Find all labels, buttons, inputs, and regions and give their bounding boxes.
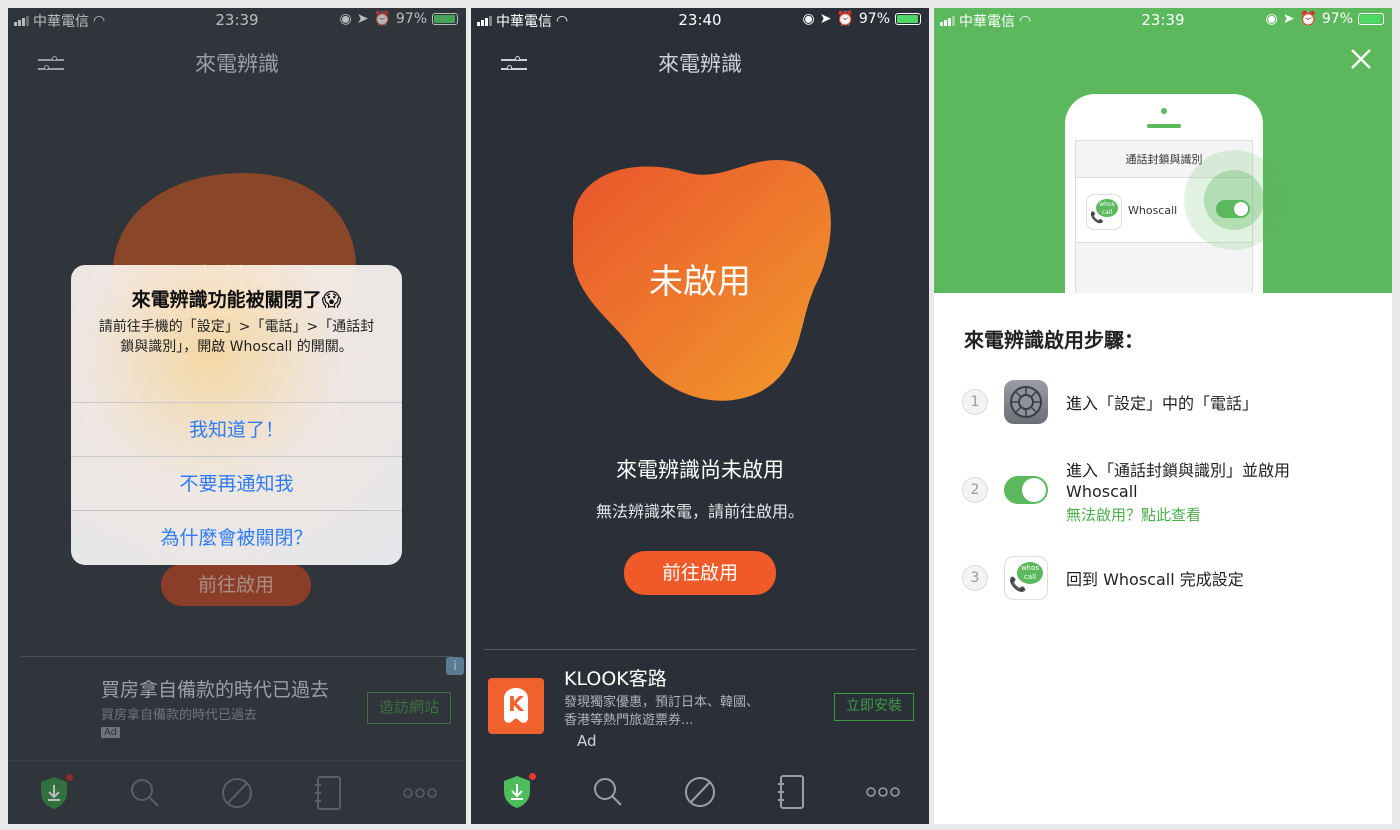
tab-caller-id[interactable]	[29, 768, 79, 818]
location-icon: ➤	[356, 11, 369, 27]
tab-block[interactable]	[212, 768, 262, 818]
step-2: 2 進入「通話封鎖與識別」並啟用 Whoscall 無法啟用？點此查看	[962, 460, 1326, 525]
status-heading: 來電辨識尚未啟用	[616, 458, 784, 482]
klook-logo: K	[488, 678, 544, 734]
ad-banner[interactable]: 買房拿自備款的時代已過去 買房拿自備款的時代已過去 Ad 造訪網站 i	[21, 656, 464, 761]
dialog-title: 來電辨識功能被關閉了😱	[131, 289, 342, 311]
shield-download-icon	[503, 776, 530, 808]
lock-rotation-icon: ◉	[1265, 11, 1278, 27]
tab-contacts[interactable]	[304, 768, 354, 818]
contacts-book-icon	[314, 775, 341, 810]
step-text: 回到 Whoscall 完成設定	[1066, 570, 1244, 589]
ad-badge: Ad	[577, 732, 597, 750]
battery-percent: 97%	[858, 11, 890, 27]
dialog-ok-button[interactable]: 我知道了！	[71, 402, 402, 456]
lock-rotation-icon: ◉	[802, 11, 815, 27]
visit-site-button[interactable]: 造訪網站	[367, 692, 451, 724]
step-1: 1 進入「設定」中的「電話」	[962, 380, 1258, 424]
klook-logo-letter: K	[508, 692, 524, 716]
lock-rotation-icon: ◉	[339, 11, 352, 27]
whoscall-logo-icon: whos call 📞	[1004, 556, 1048, 600]
phone-app-name: Whoscall	[1128, 204, 1178, 217]
filter-settings-icon[interactable]	[501, 54, 527, 74]
step-3: 3 whos call 📞 回到 Whoscall 完成設定	[962, 556, 1244, 600]
search-icon	[131, 778, 160, 807]
nav-bar: 來電辨識	[8, 44, 466, 84]
tab-bar	[471, 760, 929, 824]
ad-info-icon[interactable]: i	[446, 657, 464, 675]
ad-desc-line1: 發現獨家優惠，預訂日本、韓國、	[564, 695, 760, 710]
more-icon	[403, 787, 437, 798]
blob-label: 未啟用	[649, 262, 751, 302]
cannot-enable-link[interactable]: 無法啟用？點此查看	[1066, 504, 1326, 525]
toggle-on-icon	[1004, 476, 1048, 504]
step-number: 3	[962, 565, 988, 591]
nav-bar: 來電辨識	[471, 44, 929, 84]
tab-search[interactable]	[583, 767, 633, 817]
ad-desc-line2: 香港等熱門旅遊票券...	[564, 713, 694, 728]
step-number: 1	[962, 389, 988, 415]
tab-contacts[interactable]	[767, 767, 817, 817]
tab-search[interactable]	[120, 768, 170, 818]
header-illustration: 中華電信 ◠ 23:39 ◉ ➤ ⏰ 97% 通話封鎖與識別 whos call 📞 Wh…	[934, 8, 1392, 293]
battery-percent: 97%	[1321, 11, 1353, 27]
nav-title: 來電辨識	[658, 52, 742, 76]
ad-subtitle: 買房拿自備款的時代已過去	[101, 708, 258, 723]
install-button[interactable]: 立即安裝	[834, 693, 914, 721]
settings-gear-icon	[1004, 380, 1048, 424]
step-text: 進入「通話封鎖與識別」並啟用 Whoscall	[1066, 461, 1291, 501]
screen-disabled-dialog: 中華電信◠ 23:39 ◉➤⏰97% 來電辨識 未啟用 前往啟用 買房拿自備款的…	[8, 8, 466, 824]
whoscall-app-icon: whos call 📞	[1086, 194, 1122, 230]
battery-icon	[895, 13, 921, 25]
enable-button[interactable]: 前往啟用	[624, 551, 776, 595]
dialog-message: 請前往手機的「設定」>「電話」>「通話封鎖與識別」，開啟 Whoscall 的開…	[98, 319, 375, 355]
battery-percent: 97%	[395, 11, 427, 27]
screen-enable-steps: 中華電信 ◠ 23:39 ◉ ➤ ⏰ 97% 通話封鎖與識別 whos call 📞 Wh…	[934, 8, 1392, 824]
steps-title: 來電辨識啟用步驟：	[964, 328, 1144, 352]
tab-caller-id[interactable]	[492, 767, 542, 817]
block-icon	[221, 777, 252, 808]
alarm-icon: ⏰	[836, 11, 854, 27]
ad-badge: Ad	[101, 727, 121, 738]
location-icon: ➤	[1282, 11, 1295, 27]
battery-icon	[1358, 13, 1384, 25]
screen-not-enabled: 中華電信 ◠ 23:40 ◉ ➤ ⏰ 97% 來電辨識 未啟用 來電辨識尚未啟用 無法辨…	[471, 8, 929, 824]
ad-title: 買房拿自備款的時代已過去	[101, 679, 330, 701]
step-text: 進入「設定」中的「電話」	[1066, 394, 1259, 413]
ad-title: KLOOK客路	[564, 668, 667, 690]
more-icon	[866, 787, 900, 797]
alarm-icon: ⏰	[1299, 11, 1317, 27]
notification-dot	[65, 773, 73, 781]
alarm-icon: ⏰	[373, 11, 391, 27]
block-icon	[684, 777, 715, 807]
tab-more[interactable]	[395, 768, 445, 818]
filter-settings-icon[interactable]	[38, 54, 64, 74]
contacts-book-icon	[777, 775, 804, 809]
alert-dialog: 來電辨識功能被關閉了😱 請前往手機的「設定」>「電話」>「通話封鎖與識別」，開啟…	[71, 265, 402, 565]
dialog-dont-notify-button[interactable]: 不要再通知我	[71, 456, 402, 510]
status-bar: 中華電信 ◠ 23:39 ◉ ➤ ⏰ 97%	[8, 8, 466, 32]
location-icon: ➤	[819, 11, 832, 27]
search-icon	[594, 778, 623, 806]
status-subheading: 無法辨識來電，請前往啟用。	[595, 502, 804, 521]
illustration-toggle	[1216, 200, 1250, 218]
ad-banner[interactable]: K KLOOK客路 發現獨家優惠，預訂日本、韓國、 香港等熱門旅遊票券... A…	[484, 649, 916, 754]
notification-dot	[528, 773, 536, 780]
nav-title: 來電辨識	[195, 52, 279, 76]
tab-bar	[8, 760, 466, 824]
enable-button[interactable]: 前往啟用	[161, 564, 311, 606]
status-bar: 中華電信 ◠ 23:39 ◉ ➤ ⏰ 97%	[934, 8, 1392, 32]
dialog-why-button[interactable]: 為什麼會被關閉？	[71, 510, 402, 564]
step-number: 2	[962, 477, 988, 503]
tab-more[interactable]	[858, 767, 908, 817]
status-bar: 中華電信 ◠ 23:40 ◉ ➤ ⏰ 97%	[471, 8, 929, 32]
close-icon[interactable]	[1350, 48, 1372, 70]
phone-illustration: 通話封鎖與識別 whos call 📞 Whoscall	[1065, 94, 1284, 293]
shield-download-icon	[40, 776, 67, 809]
battery-icon	[432, 13, 458, 25]
tab-block[interactable]	[675, 767, 725, 817]
